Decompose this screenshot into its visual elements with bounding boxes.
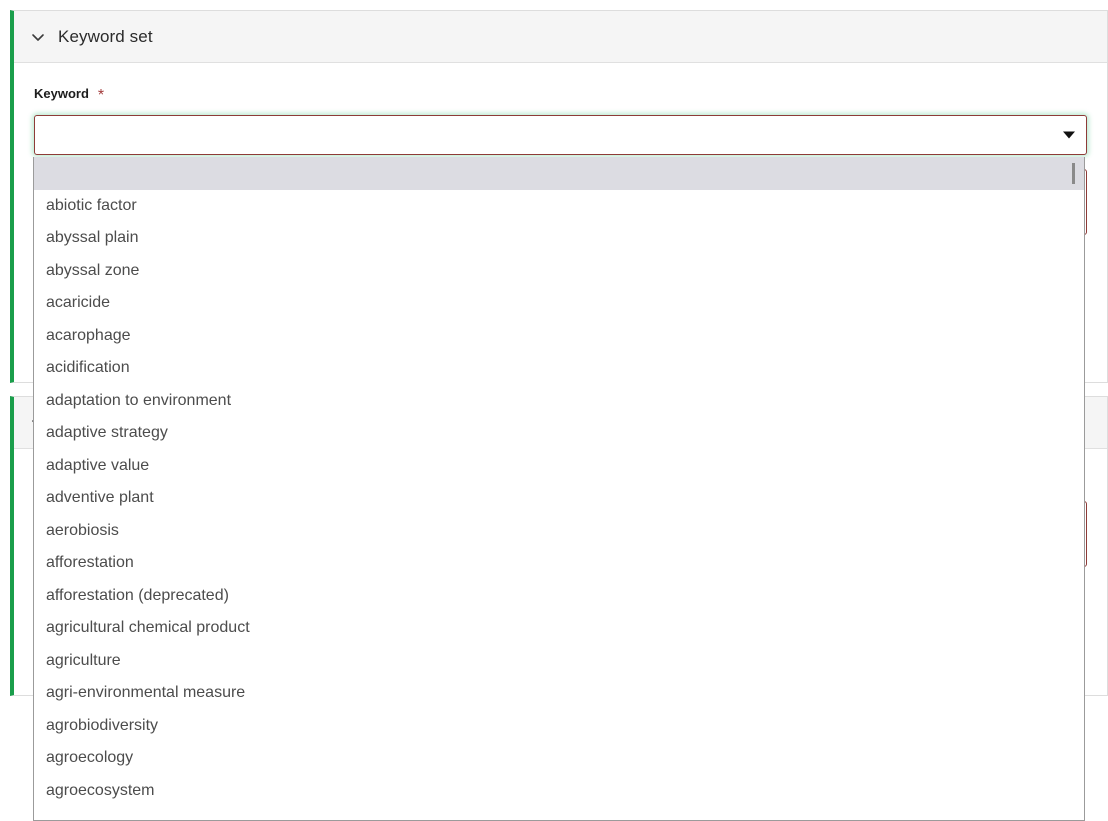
option-label: adaptive value xyxy=(46,456,150,474)
option-item[interactable]: abyssal zone xyxy=(34,255,1084,288)
option-item[interactable]: abiotic factor xyxy=(34,190,1084,223)
option-item[interactable]: agricultural chemical product xyxy=(34,612,1084,645)
option-item[interactable] xyxy=(34,157,1084,190)
option-item[interactable]: abyssal plain xyxy=(34,222,1084,255)
option-label: agri-environmental measure xyxy=(46,684,246,701)
option-item[interactable]: acidification xyxy=(34,352,1084,385)
option-label: abyssal plain xyxy=(46,229,139,246)
text-caret-icon xyxy=(1072,163,1075,184)
option-label: aerobiosis xyxy=(46,521,119,539)
option-label: agriculture xyxy=(46,651,121,669)
keyword-field-label-row: Keyword * xyxy=(34,85,1087,104)
option-label: agroecosystem xyxy=(46,781,155,799)
option-label: adaptive strategy xyxy=(46,424,168,441)
option-label: adventive plant xyxy=(46,489,154,506)
option-label: acaricide xyxy=(46,294,111,311)
option-item[interactable]: acarophage xyxy=(34,320,1084,353)
option-item[interactable]: acaricide xyxy=(34,287,1084,320)
option-label: adaptation to environment xyxy=(46,391,232,409)
option-item[interactable]: agroecosystem xyxy=(34,775,1084,808)
option-label: acidification xyxy=(46,359,130,376)
option-label: acarophage xyxy=(46,326,131,344)
chevron-down-icon xyxy=(30,29,46,45)
panel-keyword-set-header[interactable]: Keyword set xyxy=(14,11,1107,63)
option-item[interactable]: agri-environmental measure xyxy=(34,677,1084,710)
option-label: abyssal zone xyxy=(46,261,140,279)
triangle-down-icon[interactable] xyxy=(1063,131,1075,139)
keyword-select-value xyxy=(45,116,1046,154)
option-item[interactable]: afforestation xyxy=(34,547,1084,580)
option-item[interactable]: aerobiosis xyxy=(34,515,1084,548)
panel-title: Keyword set xyxy=(58,26,153,46)
keyword-select[interactable] xyxy=(34,115,1087,155)
option-label: abiotic factor xyxy=(46,196,137,214)
option-label: agroecology xyxy=(46,749,134,766)
option-item[interactable]: adaptation to environment xyxy=(34,385,1084,418)
option-item[interactable]: adventive plant xyxy=(34,482,1084,515)
option-label: agrobiodiversity xyxy=(46,716,159,734)
option-item[interactable]: adaptive strategy xyxy=(34,417,1084,450)
option-label: afforestation (deprecated) xyxy=(46,586,229,604)
option-label: afforestation xyxy=(46,554,134,571)
option-item[interactable]: agroecology xyxy=(34,742,1084,775)
option-item[interactable]: afforestation (deprecated) xyxy=(34,580,1084,613)
option-label: agricultural chemical product xyxy=(46,619,250,636)
keyword-label: Keyword xyxy=(34,86,89,101)
option-item[interactable]: adaptive value xyxy=(34,450,1084,483)
option-item[interactable]: agriculture xyxy=(34,645,1084,678)
form-page: Keyword set Keyword * abiotic factor aby… xyxy=(0,0,1108,821)
keyword-option-list[interactable]: abiotic factor abyssal plain abyssal zone a… xyxy=(33,157,1085,821)
option-item[interactable]: agrobiodiversity xyxy=(34,710,1084,743)
required-asterisk-icon: * xyxy=(97,87,105,104)
